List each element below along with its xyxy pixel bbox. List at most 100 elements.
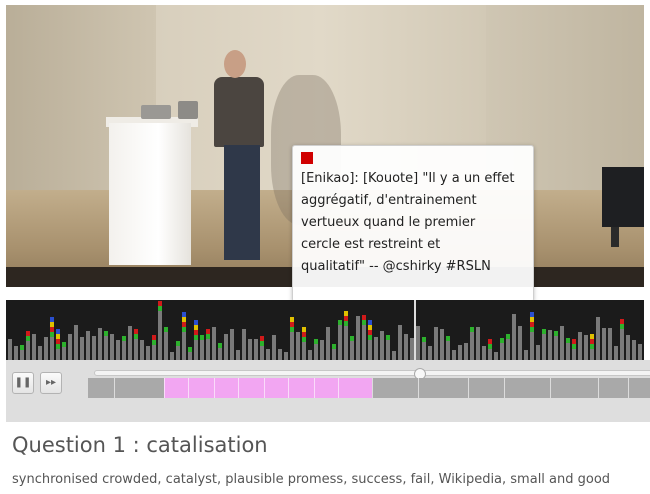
- activity-bar: [158, 311, 162, 360]
- activity-bar: [440, 329, 444, 360]
- activity-bar: [236, 350, 240, 360]
- activity-bar: [248, 339, 252, 360]
- pause-button[interactable]: ❚❚: [12, 372, 34, 394]
- tweet-line: aggrégatif, d'entrainement: [301, 193, 477, 208]
- tweet-line: [Enikao]: [Kouote] "Il y a un effet: [301, 171, 515, 186]
- activity-bar-accent: [590, 344, 594, 349]
- activity-bar: [302, 342, 306, 360]
- activity-bar: [434, 327, 438, 360]
- activity-bar: [278, 349, 282, 360]
- activity-bar: [290, 332, 294, 360]
- segment-divider: [314, 378, 315, 398]
- forward-button[interactable]: ▸▸: [40, 372, 62, 394]
- segment-divider: [288, 378, 289, 398]
- chapter-segments[interactable]: [88, 378, 650, 398]
- activity-bar: [176, 346, 180, 360]
- activity-bar: [356, 316, 360, 360]
- activity-bar-accent: [182, 317, 186, 322]
- activity-bar-accent: [26, 336, 30, 341]
- activity-bar-accent: [338, 320, 342, 325]
- question-title: Question 1 : catalisation: [12, 433, 268, 457]
- activity-bar: [50, 337, 54, 360]
- activity-bar: [182, 332, 186, 360]
- activity-bar: [326, 327, 330, 360]
- speaker-body: [214, 77, 264, 147]
- activity-bar: [590, 349, 594, 360]
- activity-bar-accent: [368, 320, 372, 325]
- activity-bar: [80, 337, 84, 360]
- activity-bar: [596, 317, 600, 360]
- activity-bar: [74, 325, 78, 360]
- activity-bar: [314, 344, 318, 360]
- activity-bar: [380, 331, 384, 360]
- activity-bar: [548, 330, 552, 360]
- activity-bar: [266, 349, 270, 360]
- activity-bar-accent: [194, 330, 198, 335]
- tweet-line: vertueux quand le premier: [301, 215, 476, 230]
- activity-bar-accent: [218, 343, 222, 348]
- tweet-timeline[interactable]: [6, 300, 644, 360]
- activity-bar: [86, 331, 90, 360]
- activity-bar-accent: [194, 320, 198, 325]
- activity-bar: [260, 346, 264, 360]
- activity-bar-accent: [344, 316, 348, 321]
- activity-bar-accent: [302, 332, 306, 337]
- activity-bar: [572, 349, 576, 360]
- activity-bar-accent: [620, 319, 624, 324]
- speaker-head: [224, 50, 246, 78]
- segment-bars: [114, 378, 629, 398]
- activity-bar: [494, 352, 498, 360]
- playhead[interactable]: [414, 300, 416, 360]
- activity-bar: [284, 352, 288, 360]
- activity-bar-accent: [50, 327, 54, 332]
- activity-bar: [296, 332, 300, 360]
- progress-track[interactable]: [94, 370, 650, 376]
- activity-bar: [14, 346, 18, 360]
- activity-bar: [506, 339, 510, 360]
- activity-bar-accent: [206, 329, 210, 334]
- activity-bar: [338, 325, 342, 360]
- activity-bar-accent: [122, 336, 126, 341]
- segment-divider: [418, 378, 419, 398]
- activity-bar: [368, 340, 372, 360]
- activity-bar-accent: [368, 335, 372, 340]
- activity-bar: [608, 328, 612, 360]
- activity-bar: [530, 332, 534, 360]
- segment-divider: [598, 378, 599, 398]
- activity-bar: [614, 346, 618, 360]
- activity-bar: [272, 335, 276, 360]
- activity-bar: [344, 326, 348, 360]
- activity-bar-accent: [590, 334, 594, 339]
- speaker-legs: [224, 145, 260, 260]
- activity-bar: [602, 328, 606, 360]
- activity-bar-accent: [362, 320, 366, 325]
- tweet-line: cercle est restreint et: [301, 237, 441, 252]
- activity-bar-accent: [542, 329, 546, 334]
- activity-bar: [350, 341, 354, 360]
- activity-bar: [398, 325, 402, 360]
- activity-bar-accent: [314, 339, 318, 344]
- activity-bar: [20, 350, 24, 360]
- activity-bar: [476, 327, 480, 360]
- activity-bar-accent: [422, 337, 426, 342]
- activity-bar-accent: [350, 336, 354, 341]
- player-controls: ❚❚ ▸▸: [6, 360, 650, 422]
- activity-bar: [230, 329, 234, 360]
- activity-bar-accent: [20, 345, 24, 350]
- segment-divider: [550, 378, 551, 398]
- podium: [109, 123, 191, 265]
- activity-bar: [254, 339, 258, 360]
- activity-bar-accent: [182, 312, 186, 317]
- activity-bar-accent: [50, 322, 54, 327]
- activity-bar-accent: [302, 327, 306, 332]
- activity-bar-accent: [368, 325, 372, 330]
- activity-bar-accent: [194, 335, 198, 340]
- activity-bar: [56, 349, 60, 360]
- activity-bar-accent: [182, 322, 186, 327]
- activity-bar: [8, 339, 12, 360]
- segment-divider: [372, 378, 373, 398]
- activity-bar-accent: [506, 334, 510, 339]
- monitor: [602, 167, 644, 227]
- activity-bar: [140, 340, 144, 360]
- activity-bar: [332, 349, 336, 360]
